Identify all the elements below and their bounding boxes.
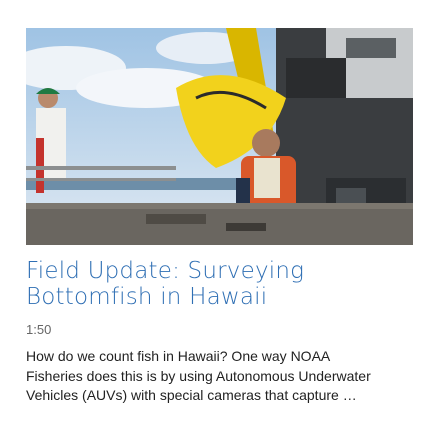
video-title-link[interactable]: Field Update: Surveying Bottomfish in Ha… <box>26 258 416 310</box>
video-duration: 1:50 <box>26 322 52 337</box>
thumbnail-image <box>26 28 413 245</box>
video-title-line: Field Update: Surveying <box>26 258 305 284</box>
description-line: Vehicles (AUVs) with special cameras tha… <box>26 387 357 403</box>
video-title-line: Bottomfish in Hawaii <box>26 284 268 310</box>
video-thumbnail[interactable] <box>26 28 413 245</box>
description-line: How do we count fish in Hawaii? One way … <box>26 348 331 364</box>
video-card: Field Update: Surveying Bottomfish in Ha… <box>0 0 438 432</box>
description-line: Fisheries does this is by using Autonomo… <box>26 367 371 384</box>
video-description: How do we count fish in Hawaii? One way … <box>26 347 418 406</box>
